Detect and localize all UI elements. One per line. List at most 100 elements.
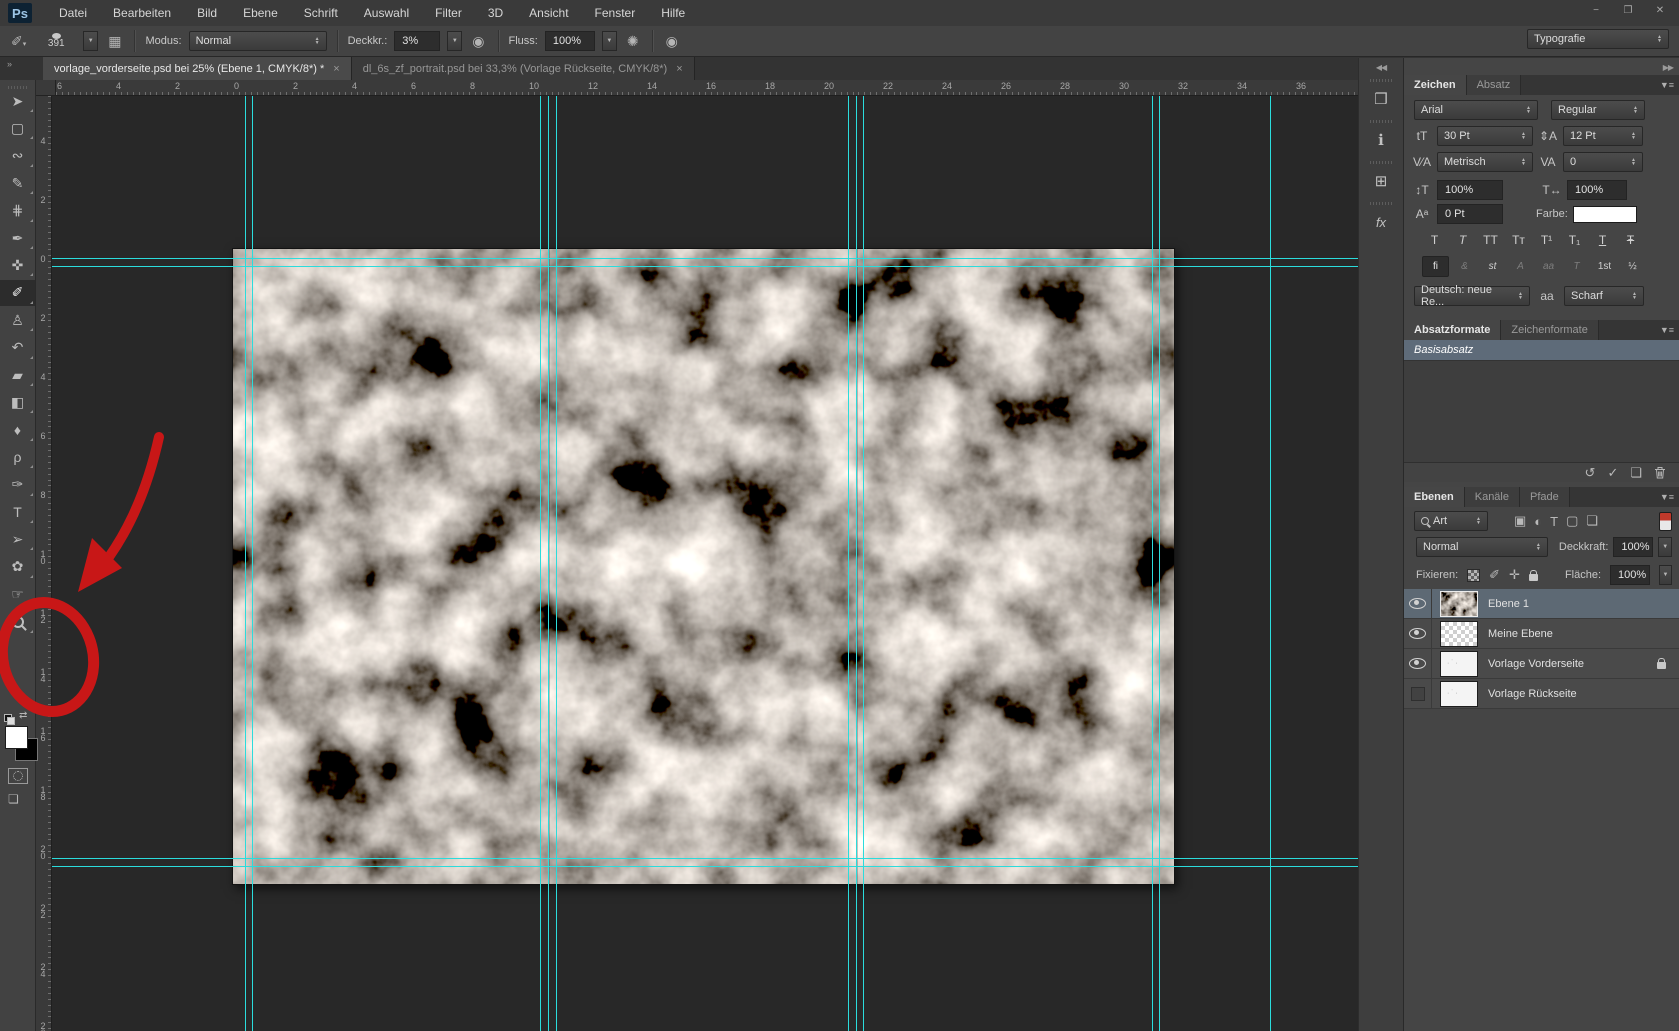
paragraph-style-item[interactable]: Basisabsatz: [1404, 340, 1679, 361]
history-brush-tool[interactable]: ↶: [0, 335, 35, 361]
layer-thumbnail[interactable]: [1440, 651, 1478, 677]
flow-value[interactable]: 100%: [545, 31, 595, 51]
layer-row-vorlage-rueckseite[interactable]: Vorlage Rückseite: [1404, 679, 1679, 709]
dock-collapse-chevron[interactable]: ◀◀: [1359, 58, 1403, 72]
menu-item-fenster[interactable]: Fenster: [582, 6, 649, 20]
screen-mode-button[interactable]: ❏: [8, 792, 19, 806]
tablet-pressure-size-icon[interactable]: ◉: [663, 33, 681, 50]
layer-name[interactable]: Vorlage Vorderseite: [1488, 658, 1584, 670]
delete-style-icon[interactable]: [1654, 466, 1666, 479]
document-tab-active[interactable]: vorlage_vorderseite.psd bei 25% (Ebene 1…: [43, 57, 352, 80]
opacity-value[interactable]: 3%: [394, 31, 440, 51]
format-button-6[interactable]: T: [1590, 230, 1615, 249]
layer-row-vorlage-vorderseite[interactable]: Vorlage Vorderseite: [1404, 649, 1679, 679]
lock-position-icon[interactable]: ✛: [1509, 567, 1520, 583]
opentype-button-2[interactable]: st: [1480, 257, 1505, 276]
menu-item-hilfe[interactable]: Hilfe: [648, 6, 698, 20]
effects-panel-icon[interactable]: fx: [1364, 208, 1398, 236]
layer-name[interactable]: Ebene 1: [1488, 598, 1529, 610]
spot-healing-brush-tool[interactable]: ✜: [0, 252, 35, 278]
foreground-color-swatch[interactable]: [5, 726, 28, 749]
menu-item-filter[interactable]: Filter: [422, 6, 475, 20]
layer-row-meine-ebene[interactable]: Meine Ebene: [1404, 619, 1679, 649]
pen-tool[interactable]: ✑: [0, 472, 35, 498]
layer-opacity-caret[interactable]: ▼: [1658, 537, 1672, 557]
horizontal-scale-field[interactable]: 100%: [1567, 180, 1627, 200]
format-button-1[interactable]: T: [1450, 230, 1475, 249]
vertical-scale-field[interactable]: 100%: [1437, 180, 1503, 200]
document-canvas[interactable]: [232, 248, 1175, 885]
menu-item-bild[interactable]: Bild: [184, 6, 230, 20]
swap-colors-icon[interactable]: ⇄: [19, 710, 27, 721]
custom-shape-tool[interactable]: ✿: [0, 554, 35, 580]
format-button-7[interactable]: Ŧ: [1618, 230, 1643, 249]
visibility-toggle[interactable]: [1404, 649, 1432, 678]
tab-close-icon[interactable]: ×: [333, 63, 339, 75]
tab-zeichenformate[interactable]: Zeichenformate: [1501, 320, 1598, 340]
airbrush-icon[interactable]: ✺: [624, 33, 642, 50]
tab-pfade[interactable]: Pfade: [1520, 487, 1570, 507]
quick-mask-button[interactable]: [8, 768, 28, 784]
minimize-button[interactable]: −: [1583, 2, 1609, 18]
layer-row-ebene-1[interactable]: Ebene 1: [1404, 589, 1679, 619]
tab-absatz[interactable]: Absatz: [1467, 75, 1522, 95]
brush-panel-toggle-icon[interactable]: ▦: [105, 33, 124, 50]
layer-fill-caret[interactable]: ▼: [1659, 565, 1672, 585]
panels-expand-chevron[interactable]: ▶▶: [1663, 63, 1673, 72]
layer-thumbnail[interactable]: [1440, 681, 1478, 707]
anti-alias-dropdown[interactable]: Scharf▲▼: [1564, 286, 1644, 306]
opentype-button-5[interactable]: T: [1564, 257, 1589, 276]
panel-menu-icon[interactable]: ▼≡: [1660, 487, 1679, 507]
workspace-dropdown[interactable]: Typografie ▲▼: [1527, 29, 1669, 49]
layer-filter-toggle[interactable]: [1659, 512, 1672, 531]
tab-close-icon[interactable]: ×: [676, 63, 682, 75]
zoom-tool[interactable]: [0, 609, 35, 635]
brush-size-caret[interactable]: ▼: [83, 31, 98, 51]
lock-transparency-icon[interactable]: [1467, 569, 1480, 582]
baseline-shift-field[interactable]: 0 Pt: [1437, 204, 1503, 224]
move-tool[interactable]: ➤: [0, 88, 35, 114]
menu-item-datei[interactable]: Datei: [46, 6, 100, 20]
lock-all-icon[interactable]: [1529, 574, 1538, 581]
filter-pixel-layers-icon[interactable]: ▣: [1514, 513, 1526, 529]
text-color-swatch[interactable]: [1573, 206, 1637, 223]
character-styles-panel-icon[interactable]: ⊞: [1364, 167, 1398, 195]
layer-thumbnail[interactable]: [1440, 591, 1478, 617]
tab-ebenen[interactable]: Ebenen: [1404, 487, 1465, 507]
panel-menu-icon[interactable]: ▼≡: [1660, 75, 1679, 95]
menu-item-ebene[interactable]: Ebene: [230, 6, 291, 20]
filter-adjustment-layers-icon[interactable]: ◐: [1534, 514, 1542, 529]
leading-dropdown[interactable]: 12 Pt▲▼: [1563, 126, 1643, 146]
layer-name[interactable]: Meine Ebene: [1488, 628, 1553, 640]
menu-item-3d[interactable]: 3D: [475, 6, 516, 20]
opacity-caret[interactable]: ▼: [447, 31, 462, 51]
tab-absatzformate[interactable]: Absatzformate: [1404, 320, 1501, 340]
format-button-4[interactable]: T¹: [1534, 230, 1559, 249]
filter-type-layers-icon[interactable]: T: [1550, 514, 1558, 529]
layer-opacity-field[interactable]: 100%: [1613, 537, 1653, 557]
toolbar-collapse-chevron[interactable]: »: [7, 59, 11, 69]
document-tab-inactive[interactable]: dl_6s_zf_portrait.psd bei 33,3% (Vorlage…: [352, 57, 695, 80]
blend-mode-dropdown[interactable]: Normal ▲▼: [189, 31, 327, 51]
dodge-tool[interactable]: ρ: [0, 444, 35, 470]
reset-style-icon[interactable]: ↺: [1585, 465, 1596, 481]
lasso-tool[interactable]: ∾: [0, 143, 35, 169]
restore-button[interactable]: ❐: [1615, 2, 1641, 18]
menu-item-auswahl[interactable]: Auswahl: [351, 6, 422, 20]
tablet-pressure-opacity-icon[interactable]: ◉: [469, 33, 487, 50]
layer-fill-field[interactable]: 100%: [1610, 565, 1650, 585]
apply-style-icon[interactable]: ✓: [1607, 465, 1618, 481]
layer-filter-dropdown[interactable]: Art ▲▼: [1414, 511, 1488, 531]
format-button-2[interactable]: TT: [1478, 230, 1503, 249]
filter-shape-layers-icon[interactable]: ▢: [1566, 513, 1578, 529]
clone-stamp-tool[interactable]: ♙: [0, 307, 35, 333]
eyedropper-tool[interactable]: ✒: [0, 225, 35, 251]
opentype-button-1[interactable]: &: [1452, 257, 1477, 276]
layer-name[interactable]: Vorlage Rückseite: [1488, 688, 1577, 700]
horizontal-ruler[interactable]: 642024681012141618202224262830323436: [56, 80, 1358, 96]
flow-caret[interactable]: ▼: [602, 31, 617, 51]
info-panel-icon[interactable]: ℹ: [1364, 126, 1398, 154]
visibility-toggle[interactable]: [1404, 619, 1432, 648]
opentype-button-4[interactable]: aa: [1536, 257, 1561, 276]
close-button[interactable]: ✕: [1647, 2, 1673, 18]
